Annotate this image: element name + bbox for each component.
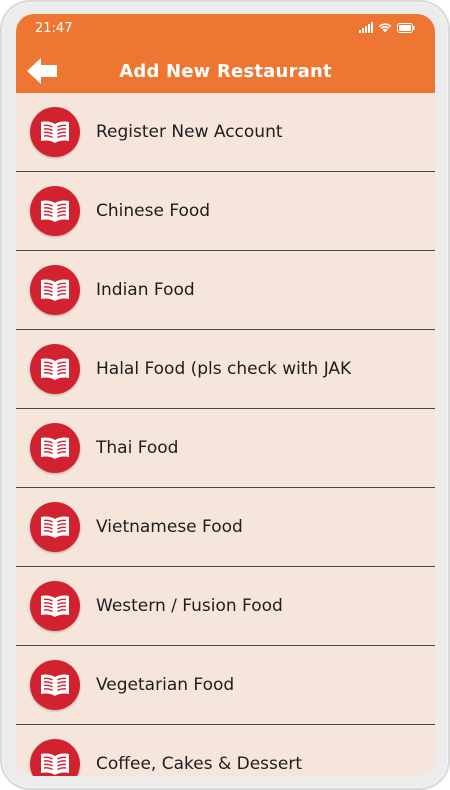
list-item[interactable]: Coffee, Cakes & Dessert — [16, 725, 435, 776]
open-book-icon — [41, 753, 69, 775]
list-item[interactable]: Halal Food (pls check with JAK — [16, 330, 435, 409]
page-title: Add New Restaurant — [119, 61, 332, 82]
category-icon — [30, 265, 80, 315]
signal-icon — [359, 22, 373, 33]
list-item-label: Vietnamese Food — [96, 517, 243, 537]
app-screen: 21:47 Add New Restaurant Register New Ac… — [16, 14, 435, 776]
open-book-icon — [41, 516, 69, 538]
open-book-icon — [41, 358, 69, 380]
list-item-label: Thai Food — [96, 438, 179, 458]
open-book-icon — [41, 279, 69, 301]
category-icon — [30, 344, 80, 394]
open-book-icon — [41, 595, 69, 617]
app-header: 21:47 Add New Restaurant — [16, 14, 435, 93]
list-item[interactable]: Vegetarian Food — [16, 646, 435, 725]
list-item[interactable]: Western / Fusion Food — [16, 567, 435, 646]
list-item[interactable]: Register New Account — [16, 93, 435, 172]
list-item-label: Register New Account — [96, 122, 283, 142]
open-book-icon — [41, 437, 69, 459]
category-icon — [30, 502, 80, 552]
list-item[interactable]: Vietnamese Food — [16, 488, 435, 567]
list-item[interactable]: Indian Food — [16, 251, 435, 330]
status-icons — [359, 22, 415, 33]
category-icon — [30, 186, 80, 236]
wifi-icon — [378, 23, 392, 33]
category-icon — [30, 660, 80, 710]
open-book-icon — [41, 674, 69, 696]
open-book-icon — [41, 121, 69, 143]
battery-icon — [397, 22, 415, 33]
list-item-label: Halal Food (pls check with JAK — [96, 359, 352, 379]
list-item[interactable]: Thai Food — [16, 409, 435, 488]
list-item-label: Coffee, Cakes & Dessert — [96, 754, 302, 774]
list-item-label: Western / Fusion Food — [96, 596, 283, 616]
list-item-label: Chinese Food — [96, 201, 211, 221]
list-item-label: Indian Food — [96, 280, 195, 300]
category-list: Register New Account Chinese Food Indian F… — [16, 93, 435, 776]
phone-frame: 21:47 Add New Restaurant Register New Ac… — [0, 0, 450, 790]
category-icon — [30, 107, 80, 157]
category-icon — [30, 581, 80, 631]
status-time: 21:47 — [35, 21, 73, 36]
list-item[interactable]: Chinese Food — [16, 172, 435, 251]
category-icon — [30, 423, 80, 473]
open-book-icon — [41, 200, 69, 222]
category-icon — [30, 739, 80, 776]
list-item-label: Vegetarian Food — [96, 675, 235, 695]
